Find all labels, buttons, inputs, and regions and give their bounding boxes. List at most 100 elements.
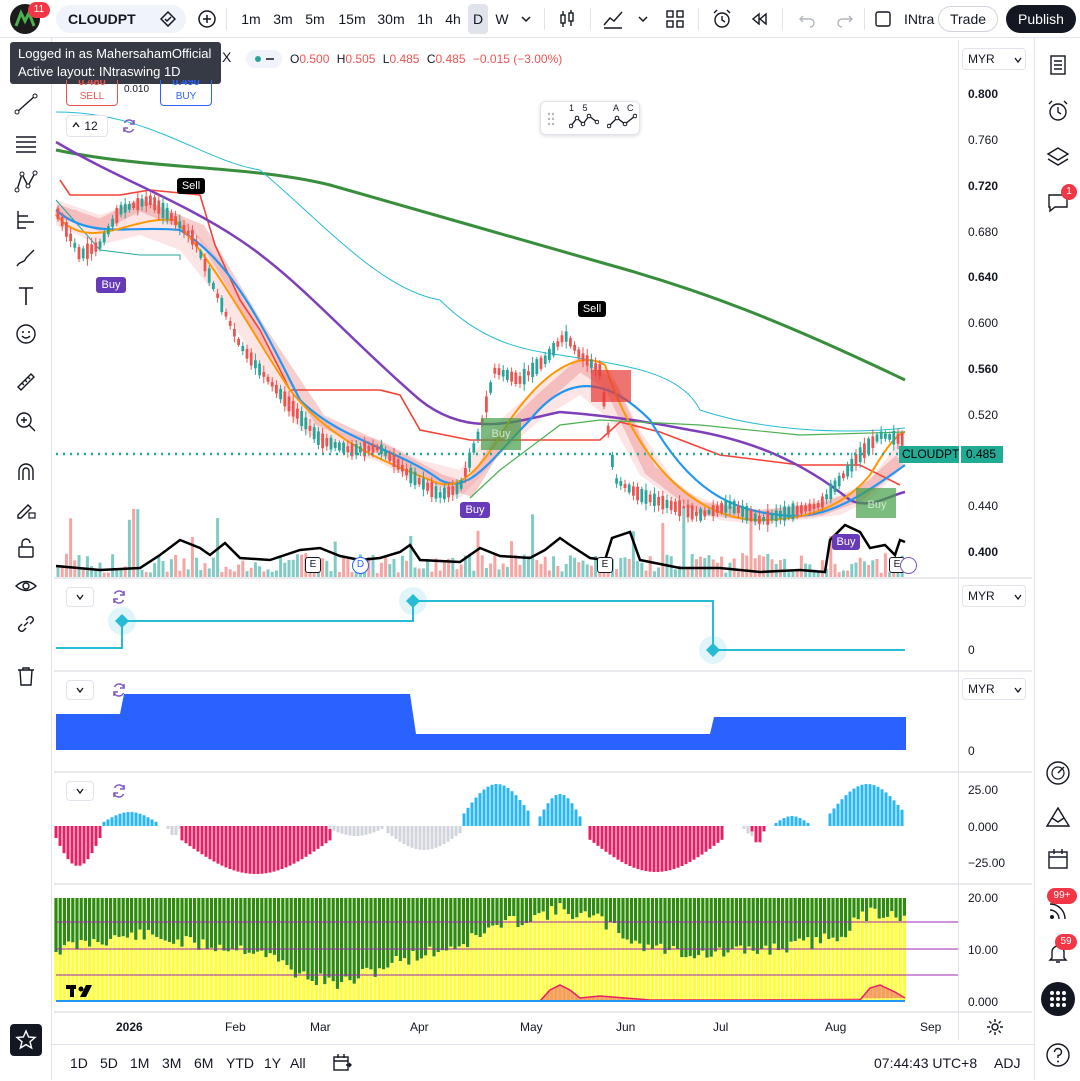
yellow-stack-bar (209, 947, 213, 1001)
green-stack-bar (293, 898, 297, 978)
visibility-toggle[interactable] (246, 50, 282, 68)
yellow-stack-bar (713, 951, 717, 1001)
range-6m[interactable]: 6M (194, 1045, 213, 1081)
green-stack-bar (323, 898, 327, 985)
candle-body (413, 471, 417, 486)
green-stack-bar (188, 898, 192, 938)
histogram-bar (794, 816, 798, 826)
yellow-stack-bar (172, 943, 176, 1001)
histogram-bar (624, 826, 628, 865)
pane2-unit-select[interactable]: MYR (962, 585, 1026, 607)
volume-bar (64, 553, 68, 577)
green-stack-bar (726, 898, 730, 953)
clock[interactable]: 07:44:43 UTC+8 (874, 1045, 977, 1081)
buy-button[interactable]: 0.490 BUY (160, 80, 212, 106)
date-range-button[interactable] (332, 1053, 352, 1078)
volume-bar (417, 568, 421, 577)
histogram-bar (454, 826, 458, 837)
yellow-stack-bar (100, 944, 104, 1001)
range-5d[interactable]: 5D (100, 1045, 118, 1081)
yellow-stack-bar (247, 952, 251, 1001)
histogram-bar (430, 826, 434, 849)
yellow-stack-bar (125, 937, 129, 1001)
histogram-bar (526, 810, 530, 826)
range-1y[interactable]: 1Y (264, 1045, 281, 1081)
buy-label: BUY (175, 91, 197, 102)
yellow-stack-bar (403, 958, 407, 1001)
price-label: 0.800 (968, 87, 999, 101)
green-stack-bar (491, 898, 495, 926)
candle-body (669, 500, 673, 511)
yellow-stack-bar (478, 937, 482, 1001)
elliott-wave-icon[interactable] (569, 112, 599, 130)
pane3-unit-select[interactable]: MYR (962, 678, 1026, 700)
upper-band-line (55, 111, 906, 432)
yellow-stack-bar (92, 939, 96, 1001)
candle-body (77, 247, 81, 260)
yellow-stack-bar (436, 952, 440, 1001)
green-stack-bar (470, 898, 474, 934)
pane4-collapse[interactable] (66, 781, 94, 801)
indicators-collapse[interactable]: 12 (66, 115, 108, 137)
green-stack-bar (541, 898, 545, 912)
histogram-bar (668, 826, 672, 871)
range-all[interactable]: All (290, 1045, 306, 1081)
yellow-stack-bar (449, 946, 453, 1001)
abc-wave-icon[interactable] (607, 112, 637, 130)
adjust-toggle[interactable]: ADJ (994, 1045, 1020, 1081)
green-stack-bar (902, 898, 906, 916)
volume-bar (552, 556, 556, 577)
pane3-collapse[interactable] (66, 680, 94, 700)
drag-handle-icon[interactable] (547, 111, 555, 127)
volume-bar (547, 570, 551, 577)
yellow-stack-bar (550, 906, 554, 1001)
range-1m[interactable]: 1M (130, 1045, 149, 1081)
candle-body (380, 444, 383, 454)
candle-body (476, 431, 480, 440)
range-3m[interactable]: 3M (162, 1045, 181, 1081)
green-stack-bar (440, 898, 444, 951)
candle-body (270, 382, 274, 387)
candle-body (808, 503, 812, 512)
pane2-refresh[interactable] (110, 588, 128, 611)
histogram-bar (604, 826, 608, 852)
main-chart[interactable] (0, 0, 1080, 1080)
yellow-stack-bar (285, 965, 289, 1001)
green-stack-bar (638, 898, 642, 944)
pane4-refresh[interactable] (110, 782, 128, 805)
candle-body (136, 197, 140, 211)
candle-body (174, 216, 177, 225)
green-stack-bar (369, 898, 373, 970)
histogram-bar (248, 826, 252, 874)
range-ytd[interactable]: YTD (226, 1045, 254, 1081)
histogram-bar (510, 791, 514, 826)
volume-bar (707, 555, 711, 577)
volume-bar (757, 555, 761, 577)
green-stack-bar (235, 898, 239, 951)
yellow-stack-bar (844, 937, 848, 1001)
pane3-refresh[interactable] (110, 681, 128, 704)
event-marker[interactable] (900, 557, 917, 574)
dividend-marker[interactable]: D (352, 557, 369, 574)
range-1d[interactable]: 1D (70, 1045, 88, 1081)
refresh-indicator[interactable] (120, 117, 138, 140)
volume-bar (871, 560, 875, 577)
volume-bar (258, 566, 262, 577)
volume-bar (858, 557, 862, 577)
histogram-bar (704, 826, 708, 852)
volume-bar (161, 561, 165, 577)
earnings-marker[interactable]: E (305, 557, 321, 573)
price-label: 0.520 (968, 408, 999, 422)
candle-body (837, 475, 841, 487)
histogram-bar (364, 826, 368, 835)
green-stack-bar (886, 898, 890, 917)
earnings-marker[interactable]: E (597, 557, 613, 573)
sell-button[interactable]: 0.480 SELL (66, 80, 118, 106)
candle-body (779, 510, 782, 519)
currency-select[interactable]: MYR (962, 48, 1026, 70)
yellow-stack-bar (646, 944, 650, 1001)
volume-bar (337, 571, 341, 577)
chart-settings-button[interactable] (986, 1018, 1004, 1041)
pane2-collapse[interactable] (66, 587, 94, 607)
volume-bar (132, 508, 136, 577)
